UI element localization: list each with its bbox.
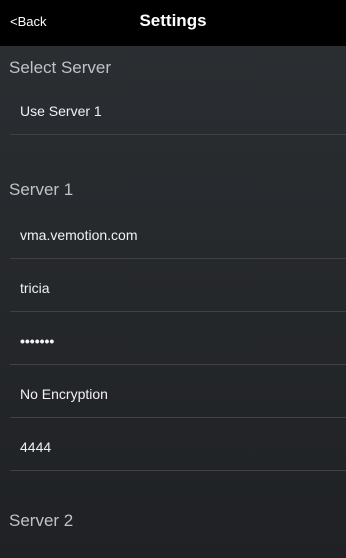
server1-password-field[interactable]: ••••••• [10, 322, 346, 365]
server1-encryption-field[interactable]: No Encryption [10, 375, 346, 418]
server1-username-field[interactable]: tricia [10, 269, 346, 312]
server1-port-value: 4444 [20, 439, 52, 455]
server1-host-value: vma.vemotion.com [20, 227, 138, 243]
server1-encryption-value: No Encryption [20, 386, 108, 402]
server1-host-field[interactable]: vma.vemotion.com [10, 216, 346, 259]
top-bar: <Back Settings [0, 0, 346, 46]
select-server-field[interactable]: Use Server 1 [10, 92, 346, 135]
server1-port-field[interactable]: 4444 [10, 428, 346, 471]
section-header-server-1: Server 1 [9, 180, 74, 199]
select-server-value: Use Server 1 [20, 103, 102, 119]
server1-username-value: tricia [20, 280, 50, 296]
server1-password-value: ••••••• [20, 333, 55, 349]
page-title: Settings [139, 11, 207, 30]
section-header-server-2: Server 2 [9, 511, 74, 530]
section-header-select-server: Select Server [9, 58, 112, 77]
